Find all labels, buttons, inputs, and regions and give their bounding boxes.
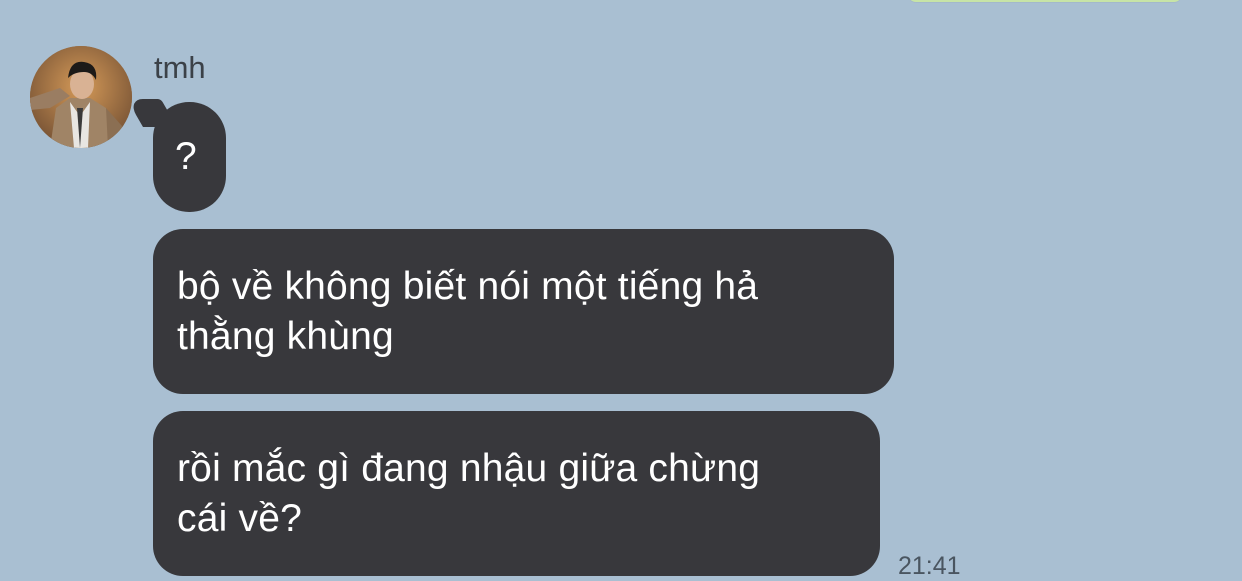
message-text: ? — [175, 135, 197, 178]
message-bubble[interactable]: ? — [153, 102, 226, 212]
message-text-line: bộ về không biết nói một tiếng hả — [177, 265, 759, 308]
profile-photo-icon — [30, 46, 132, 148]
sender-name: tmh — [154, 50, 206, 85]
outgoing-message-bubble-edge — [908, 0, 1182, 2]
message-bubble[interactable]: rồi mắc gì đang nhậu giữa chừng cái về? — [153, 411, 880, 576]
message-text-line: thằng khùng — [177, 315, 394, 358]
message-timestamp: 21:41 — [898, 552, 961, 580]
avatar[interactable] — [30, 46, 132, 148]
message-text-line: cái về? — [177, 497, 302, 540]
message-text-line: rồi mắc gì đang nhậu giữa chừng — [177, 447, 761, 490]
message-bubble[interactable]: bộ về không biết nói một tiếng hả thằng … — [153, 229, 894, 394]
